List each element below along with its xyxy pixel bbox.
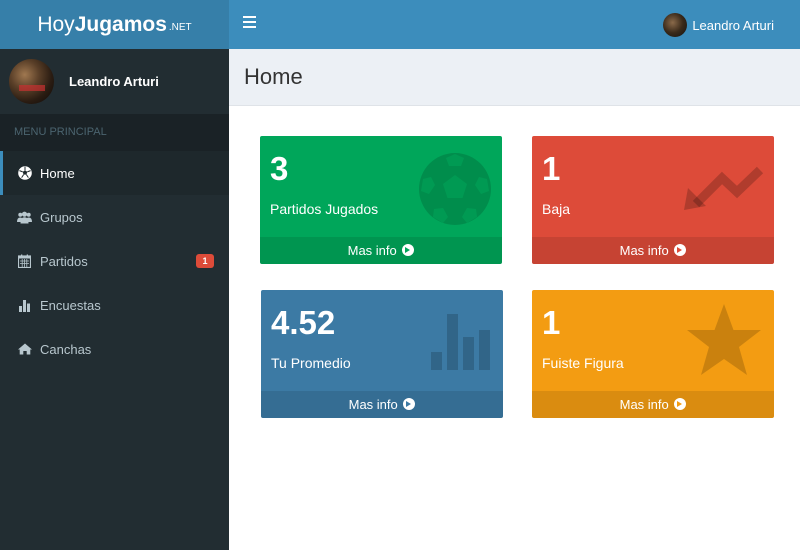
- content-header: Home: [229, 49, 800, 106]
- sidebar-item-partidos[interactable]: Partidos 1: [0, 239, 229, 283]
- more-info-link[interactable]: Mas info: [261, 391, 503, 418]
- page-title: Home: [244, 64, 303, 89]
- stat-value: 1: [542, 150, 561, 187]
- brand-part-net: .NET: [168, 22, 192, 33]
- top-navbar: Leandro Arturi: [229, 0, 800, 49]
- more-info-link[interactable]: Mas info: [532, 237, 774, 264]
- more-info-label: Mas info: [619, 243, 669, 258]
- star-icon: [687, 304, 761, 375]
- brand-part-jugamos: Jugamos: [74, 12, 167, 36]
- arrow-circle-right-icon: [674, 398, 687, 410]
- sidebar-item-label: Partidos: [40, 253, 88, 269]
- stat-label: Partidos Jugados: [270, 201, 379, 217]
- calendar-icon: [17, 254, 32, 269]
- stat-label: Baja: [542, 201, 571, 217]
- sidebar: Leandro Arturi MENU PRINCIPAL Home Grupo…: [0, 49, 229, 550]
- brand-part-hoy: Hoy: [37, 12, 75, 36]
- more-info-label: Mas info: [348, 397, 398, 412]
- stat-label: Fuiste Figura: [542, 355, 624, 371]
- stat-box-fuiste-figura: 1 Fuiste Figura Mas info: [532, 290, 774, 418]
- sidebar-item-home[interactable]: Home: [0, 151, 229, 195]
- brand-logo[interactable]: Hoy Jugamos .NET: [0, 0, 229, 49]
- more-info-link[interactable]: Mas info: [532, 391, 774, 418]
- sidebar-user-name: Leandro Arturi: [69, 74, 159, 89]
- stat-box-tu-promedio: 4.52 Tu Promedio Mas info: [261, 290, 503, 418]
- arrow-circle-right-icon: [402, 244, 415, 256]
- soccer-ball-icon: [419, 153, 491, 225]
- sidebar-item-label: Encuestas: [40, 297, 101, 313]
- home-icon: [17, 342, 32, 357]
- notification-badge: 1: [196, 254, 214, 268]
- avatar: [9, 59, 54, 104]
- stat-value: 1: [542, 304, 561, 341]
- sidebar-item-encuestas[interactable]: Encuestas: [0, 283, 229, 327]
- arrow-circle-right-icon: [403, 398, 416, 410]
- user-menu[interactable]: Leandro Arturi: [663, 13, 774, 37]
- stat-label: Tu Promedio: [271, 355, 351, 371]
- stat-value: 3: [270, 150, 289, 187]
- sidebar-item-grupos[interactable]: Grupos: [0, 195, 229, 239]
- users-icon: [17, 210, 32, 225]
- arrow-circle-right-icon: [674, 244, 687, 256]
- trend-down-icon: [684, 166, 764, 210]
- sidebar-item-label: Grupos: [40, 209, 83, 225]
- sidebar-item-canchas[interactable]: Canchas: [0, 327, 229, 371]
- menu-header: MENU PRINCIPAL: [0, 114, 229, 151]
- more-info-label: Mas info: [619, 397, 669, 412]
- bar-chart-icon: [17, 298, 32, 313]
- stat-box-baja: 1 Baja Mas info: [532, 136, 774, 264]
- soccer-ball-icon: [17, 166, 32, 181]
- stat-value: 4.52: [271, 304, 336, 341]
- user-panel: Leandro Arturi: [0, 49, 229, 114]
- more-info-link[interactable]: Mas info: [260, 237, 502, 264]
- stat-box-partidos-jugados: 3 Partidos Jugados Mas info: [260, 136, 502, 264]
- top-user-name: Leandro Arturi: [692, 17, 774, 33]
- user-avatar-small: [663, 13, 688, 37]
- sidebar-toggle-icon[interactable]: [243, 16, 256, 30]
- more-info-label: Mas info: [347, 243, 397, 258]
- sidebar-item-label: Canchas: [40, 341, 92, 357]
- sidebar-item-label: Home: [40, 165, 75, 181]
- bar-chart-icon: [431, 314, 490, 370]
